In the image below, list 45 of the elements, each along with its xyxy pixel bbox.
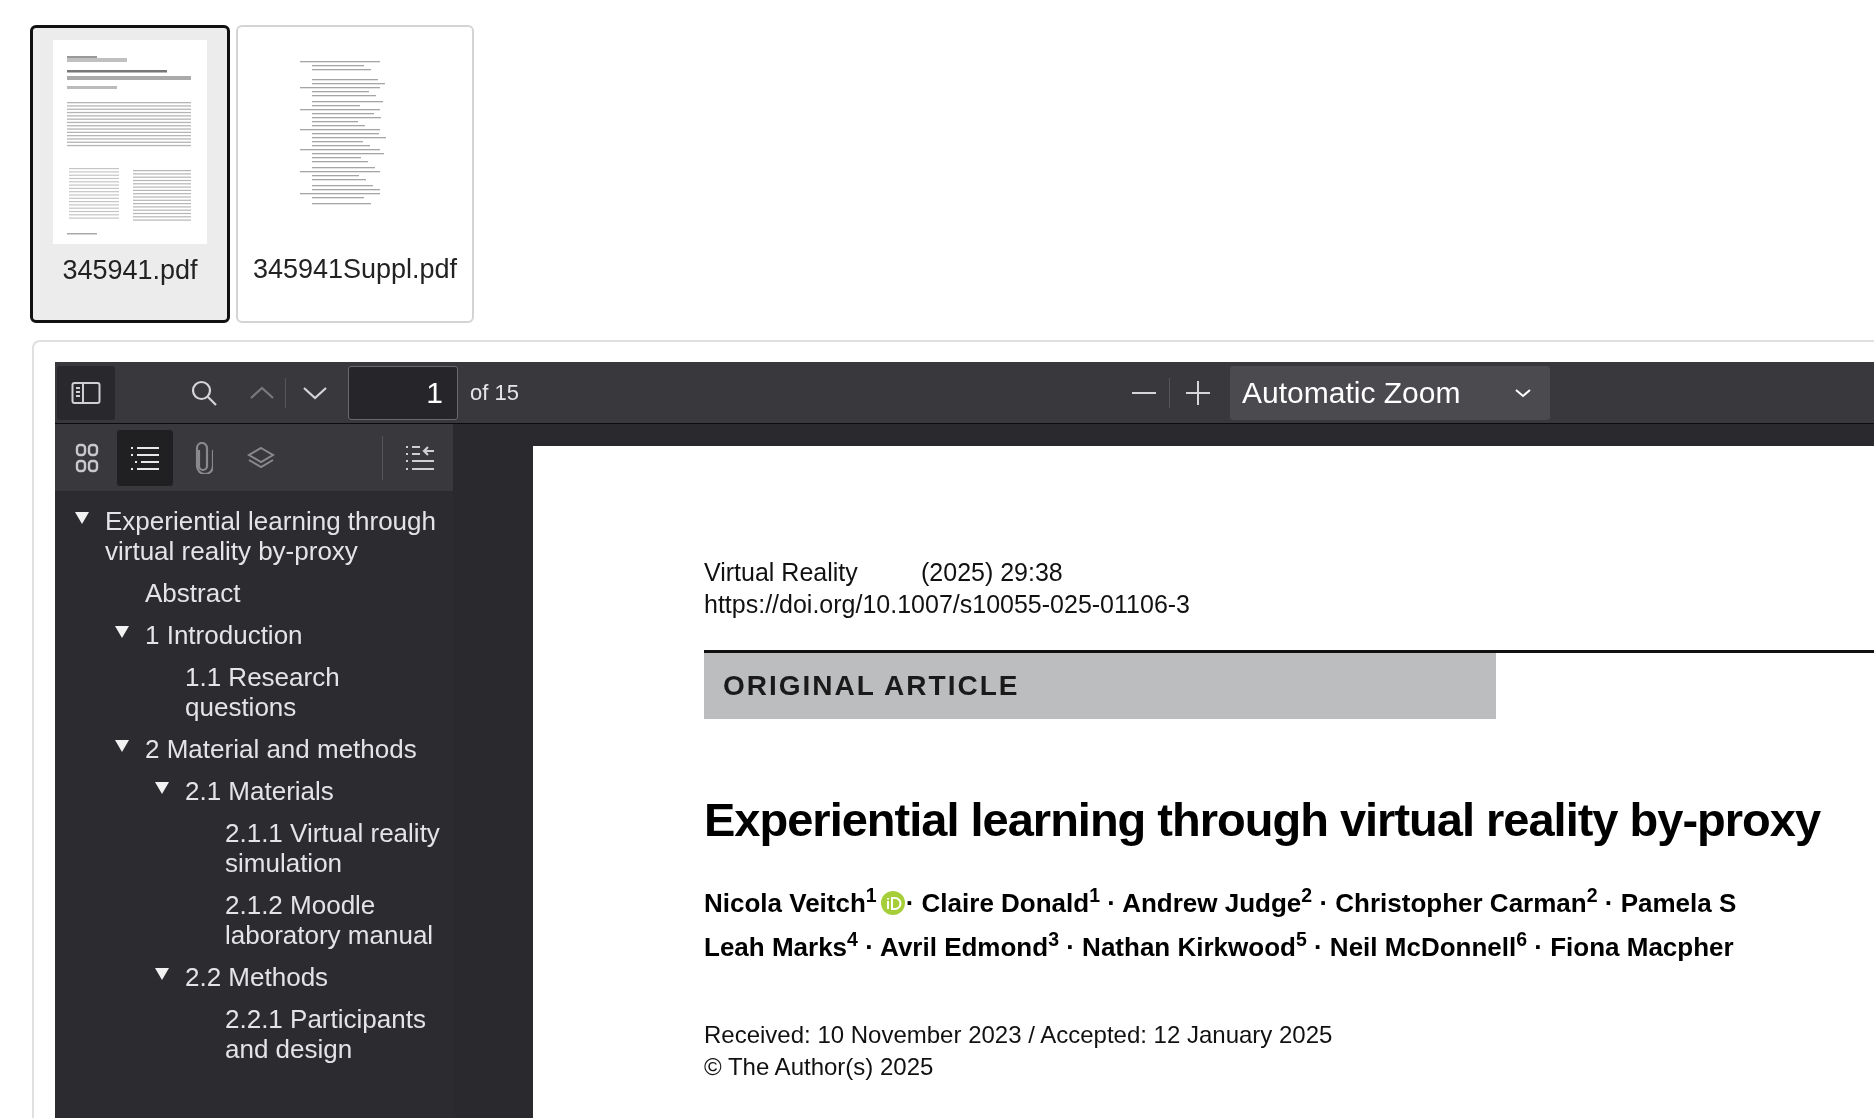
outline-item[interactable]: 2.1.2 Moodle laboratory manual [225, 888, 453, 952]
paperclip-icon [193, 441, 213, 474]
expand-toggle-icon[interactable] [74, 511, 90, 525]
caret-icon [1514, 387, 1532, 398]
outline-icon [129, 444, 161, 471]
outline-item[interactable]: Experiential learning through virtual reality by-proxy [105, 504, 453, 568]
author-list: Nicola Veitch$^{1}$ [704, 885, 877, 921]
outline-item[interactable]: 2.1 Materials [185, 774, 342, 808]
outline-item[interactable]: 2.1.1 Virtual reality simulation [225, 816, 453, 880]
expand-toggle-icon[interactable] [114, 739, 130, 753]
outline-item[interactable]: 1.1 Research questions [185, 660, 453, 724]
received-accepted-dates: Received: 10 November 2023 / Accepted: 12 January 2025 [704, 1020, 1333, 1050]
page-count: of 15 [470, 379, 519, 407]
sidebar-icon [71, 380, 101, 405]
file-name: 345941.pdf [62, 254, 198, 287]
doi-link[interactable]: https://doi.org/10.1007/s10055-025-01106-3 [704, 588, 1190, 620]
chevron-up-icon [249, 385, 275, 400]
zoom-select[interactable]: Automatic Zoom [1230, 365, 1550, 420]
copyright: © The Author(s) 2025 [704, 1052, 934, 1082]
outline-item[interactable]: Abstract [145, 576, 249, 610]
collapse-list-icon [404, 443, 436, 472]
article-title: Experiential learning through virtual reality by-proxy [704, 795, 1821, 845]
author-list: · Claire Donald$^{1}$ · Andrew Judge$^{2}$ · Christopher Carman$^{2}$ · Pamela S [905, 885, 1737, 921]
file-tab[interactable]: 345941.pdf [30, 25, 230, 323]
search-icon [190, 378, 218, 407]
expand-toggle-icon[interactable] [154, 781, 170, 795]
file-tab[interactable]: 345941Suppl.pdf [236, 25, 474, 323]
layers-icon [246, 445, 276, 470]
file-name: 345941Suppl.pdf [252, 253, 458, 286]
journal-name: Virtual Reality [704, 557, 859, 588]
outline-item[interactable]: 1 Introduction [145, 618, 311, 652]
outline-item[interactable]: 2.2.1 Participants and design [225, 1002, 453, 1066]
citation: (2025) 29:38 [921, 557, 1063, 588]
outline-item[interactable]: 2.2 Methods [185, 960, 337, 994]
thumbnails-icon [75, 442, 99, 473]
author-list: Leah Marks$^{4}$ · Avril Edmond$^{3}$ · Nathan Kirkwood$^{5}$ · Neil McDonnell$^{6}$ · Fiona Macpher [704, 929, 1734, 965]
expand-toggle-icon[interactable] [154, 967, 170, 981]
outline-item[interactable]: 2 Material and methods [145, 732, 425, 766]
page-number-field[interactable]: 1 [348, 365, 458, 420]
sidebar-toggle-button[interactable] [57, 365, 115, 420]
plus-icon [1186, 380, 1210, 405]
article-type-banner: ORIGINAL ARTICLE [704, 653, 1496, 719]
expand-toggle-icon[interactable] [114, 625, 130, 639]
chevron-down-icon [302, 385, 328, 400]
sidebar-view-tab[interactable] [117, 429, 173, 486]
